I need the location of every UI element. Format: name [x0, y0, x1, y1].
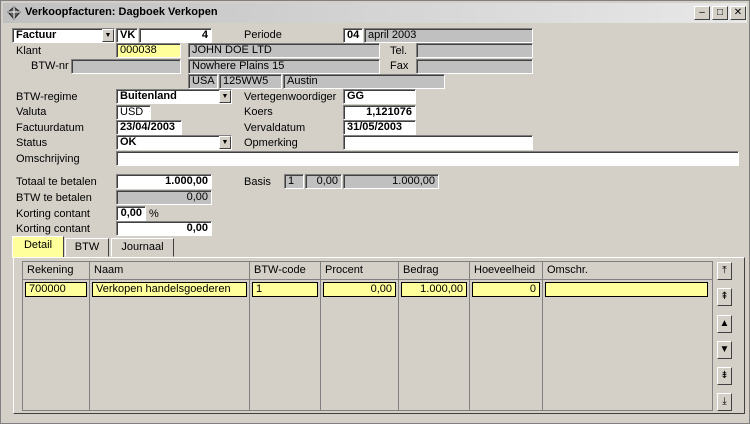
tab-detail[interactable]: Detail: [12, 236, 64, 258]
korting-amt-label: Korting contant: [16, 223, 90, 235]
doc-type-select[interactable]: Factuur ▼: [12, 28, 115, 43]
status-value: OK: [120, 136, 137, 148]
basis-vat-field: 0,00: [305, 174, 342, 189]
address-field: Nowhere Plains 15: [188, 59, 380, 74]
page-up-icon[interactable]: ⇞: [717, 288, 732, 306]
close-button[interactable]: ✕: [730, 6, 746, 20]
tel-label: Tel.: [390, 45, 408, 57]
klant-label: Klant: [16, 45, 42, 57]
cell-rekening[interactable]: 700000: [25, 282, 87, 297]
tab-btw[interactable]: BTW: [65, 238, 109, 257]
tab-journaal[interactable]: Journaal: [111, 238, 174, 257]
opmerking-field[interactable]: [343, 135, 533, 150]
factuurdatum-field[interactable]: 23/04/2003: [116, 120, 182, 135]
col-header-bedrag[interactable]: Bedrag: [399, 262, 470, 280]
postcode-field: 125WW5: [219, 74, 282, 89]
periode-text-field: april 2003: [364, 28, 533, 43]
omschrijving-field[interactable]: [116, 151, 739, 166]
btwregime-select[interactable]: Buitenland ▼: [116, 89, 232, 104]
rep-field[interactable]: GG: [343, 89, 416, 104]
invoice-number-field[interactable]: 4: [139, 28, 212, 43]
klant-name-field: JOHN DOE LTD: [188, 43, 380, 58]
chevron-down-icon[interactable]: ▼: [102, 29, 114, 42]
percent-sign: %: [149, 208, 159, 220]
diamond-icon: [7, 6, 21, 20]
minimize-button[interactable]: –: [694, 6, 710, 20]
tel-field: [416, 43, 533, 58]
col-header-hoeveelheid[interactable]: Hoeveelheid: [470, 262, 543, 280]
btwregime-label: BTW-regime: [16, 91, 78, 103]
korting-pct-field[interactable]: 0,00: [116, 206, 146, 221]
grid-column-divider: [90, 280, 250, 410]
grid-column-divider: [250, 280, 321, 410]
periode-label: Periode: [244, 29, 282, 41]
cell-naam[interactable]: Verkopen handelsgoederen: [92, 282, 247, 297]
title-bar: Verkoopfacturen: Dagboek Verkopen – □ ✕: [3, 3, 747, 23]
doc-type-value: Factuur: [16, 29, 57, 41]
grid-column-divider: [399, 280, 470, 410]
page-down-icon[interactable]: ⇟: [717, 367, 732, 385]
totaal-label: Totaal te betalen: [16, 176, 97, 188]
btwnr-label: BTW-nr: [31, 60, 69, 72]
chevron-down-icon[interactable]: ▼: [219, 90, 231, 103]
fax-label: Fax: [390, 60, 409, 72]
status-select[interactable]: OK ▼: [116, 135, 232, 150]
btwnr-field: [71, 59, 181, 74]
grid-column-divider: [470, 280, 543, 410]
fax-field: [416, 59, 533, 74]
basis-code-field: 1: [284, 174, 304, 189]
korting-amt-field[interactable]: 0,00: [116, 221, 212, 236]
first-record-icon[interactable]: ⤒: [717, 262, 732, 280]
btw-label: BTW te betalen: [16, 192, 92, 204]
col-header-btwcode[interactable]: BTW-code: [250, 262, 321, 280]
valuta-field[interactable]: USD: [116, 105, 151, 120]
periode-number-field[interactable]: 04: [343, 28, 363, 43]
window-title: Verkoopfacturen: Dagboek Verkopen: [25, 6, 218, 18]
factuurdatum-label: Factuurdatum: [16, 122, 84, 134]
col-header-naam[interactable]: Naam: [90, 262, 250, 280]
cell-omschr[interactable]: [545, 282, 708, 297]
grid-column-divider: [23, 280, 90, 410]
status-label: Status: [16, 137, 48, 149]
koers-field[interactable]: 1,121076: [343, 105, 416, 120]
col-header-procent[interactable]: Procent: [321, 262, 399, 280]
basis-label: Basis: [244, 176, 271, 188]
cell-hoeveelheid[interactable]: 0: [472, 282, 540, 297]
rep-label: Vertegenwoordiger: [244, 91, 337, 103]
maximize-button[interactable]: □: [712, 6, 728, 20]
basis-amount-field: 1.000,00: [343, 174, 439, 189]
cell-bedrag[interactable]: 1.000,00: [401, 282, 467, 297]
btw-field: 0,00: [116, 190, 212, 205]
totaal-field: 1.000,00: [116, 174, 212, 189]
koers-label: Koers: [244, 106, 273, 118]
klant-code-field[interactable]: 000038: [116, 43, 181, 58]
vervaldatum-field[interactable]: 31/05/2003: [343, 120, 416, 135]
up-arrow-icon[interactable]: ▲: [717, 315, 732, 333]
col-header-rekening[interactable]: Rekening: [23, 262, 90, 280]
grid-column-divider: [321, 280, 399, 410]
opmerking-label: Opmerking: [244, 137, 298, 149]
last-record-icon[interactable]: ⤓: [717, 393, 732, 411]
cell-btwcode[interactable]: 1: [252, 282, 318, 297]
city-field: Austin: [283, 74, 445, 89]
down-arrow-icon[interactable]: ▼: [717, 341, 732, 359]
cell-procent[interactable]: 0,00: [323, 282, 396, 297]
chevron-down-icon[interactable]: ▼: [219, 136, 231, 149]
main-window: Verkoopfacturen: Dagboek Verkopen – □ ✕ …: [0, 0, 750, 424]
journal-code-field[interactable]: VK: [116, 28, 138, 43]
col-header-omschr[interactable]: Omschr.: [543, 262, 712, 280]
korting-pct-label: Korting contant: [16, 208, 90, 220]
btwregime-value: Buitenland: [120, 90, 177, 102]
vervaldatum-label: Vervaldatum: [244, 122, 306, 134]
omschrijving-label: Omschrijving: [16, 153, 80, 165]
valuta-label: Valuta: [16, 106, 47, 118]
country-field: USA: [188, 74, 218, 89]
detail-grid: Rekening Naam BTW-code Procent Bedrag Ho…: [22, 261, 713, 411]
